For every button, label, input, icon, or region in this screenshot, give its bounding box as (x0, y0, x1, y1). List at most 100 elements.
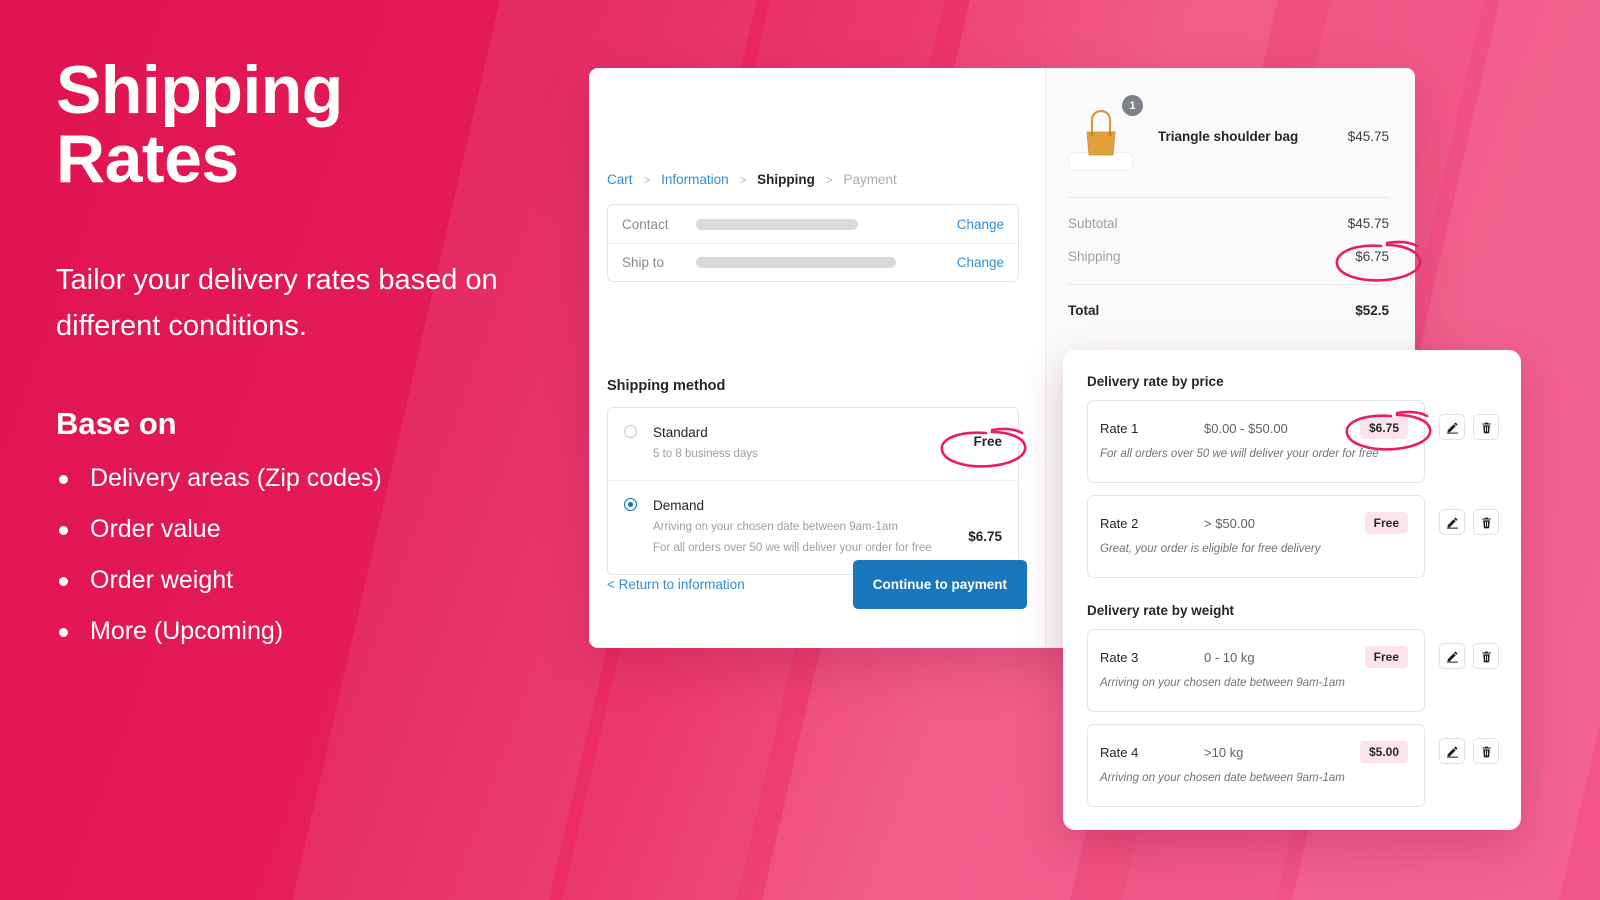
delete-rate-button[interactable] (1473, 509, 1499, 535)
checkout-main-column: Cart > Information > Shipping > Payment … (589, 68, 1045, 648)
bullet-icon (59, 627, 68, 637)
bullet-icon (59, 525, 68, 535)
radio-standard-icon[interactable] (624, 425, 637, 438)
list-item-label: Order weight (90, 565, 234, 594)
radio-demand-icon[interactable] (624, 498, 637, 512)
rate-price-badge: $5.00 (1359, 741, 1408, 763)
rate-card-2[interactable]: Rate 2 > $50.00 Free Great, your order i… (1087, 495, 1425, 578)
rates-by-price-heading: Delivery rate by price (1087, 374, 1224, 389)
shipping-label: Shipping (1068, 249, 1121, 264)
rate-range: 0 - 10 kg (1204, 649, 1255, 665)
customer-info-box: Contact Change Ship to Change (607, 204, 1019, 282)
rate-note: Arriving on your chosen date between 9am… (1100, 677, 1345, 689)
checkout-footer: < Return to information Continue to paym… (607, 560, 1027, 609)
rate-row: Rate 1 $0.00 - $50.00 $6.75 For all orde… (1087, 400, 1499, 483)
delete-rate-button[interactable] (1473, 414, 1499, 440)
continue-to-payment-button[interactable]: Continue to payment (852, 560, 1027, 609)
shipping-option-desc-1: Arriving on your chosen date between 9am… (653, 521, 898, 534)
delete-rate-button[interactable] (1473, 643, 1499, 669)
order-product-row: 1 Triangle shoulder bag $45.75 (1068, 92, 1389, 171)
rate-row: Rate 3 0 - 10 kg Free Arriving on your c… (1087, 629, 1499, 712)
rate-price-badge: Free (1364, 512, 1408, 534)
shipping-option-price: $6.75 (968, 529, 1002, 545)
page-title-line2: Rates (56, 121, 239, 198)
product-name: Triangle shoulder bag (1158, 129, 1299, 144)
pencil-icon (1446, 746, 1458, 758)
pencil-icon (1446, 422, 1458, 434)
page-title-line1: Shipping (56, 52, 343, 128)
rate-note: For all orders over 50 we will deliver y… (1100, 448, 1379, 460)
contact-label: Contact (622, 216, 669, 232)
breadcrumb-item-shipping[interactable]: Shipping (757, 172, 815, 187)
shipping-option-desc-2: For all orders over 50 we will deliver y… (653, 542, 932, 555)
shipping-method-box: Standard 5 to 8 business days Free Deman… (607, 407, 1019, 576)
list-item: More (Upcoming) (56, 618, 576, 644)
rate-note: Arriving on your chosen date between 9am… (1100, 772, 1345, 784)
hero-subtitle: Tailor your delivery rates based on diff… (56, 263, 498, 343)
list-item: Order weight (56, 565, 576, 594)
breadcrumb-item-cart[interactable]: Cart (607, 172, 633, 187)
rate-note: Great, your order is eligible for free d… (1100, 543, 1321, 555)
base-on-list: Delivery areas (Zip codes) Order value O… (56, 465, 576, 644)
rates-by-weight-heading: Delivery rate by weight (1087, 603, 1235, 618)
rate-card-header: Rate 3 0 - 10 kg Free (1100, 646, 1408, 668)
shipto-row: Ship to Change (608, 243, 1018, 281)
breadcrumb-separator: > (739, 173, 747, 187)
list-item-label: Order value (90, 514, 221, 543)
edit-rate-button[interactable] (1439, 414, 1465, 440)
rate-card-3[interactable]: Rate 3 0 - 10 kg Free Arriving on your c… (1087, 629, 1425, 712)
shipping-option-price: Free (973, 434, 1002, 449)
shipping-option-name: Demand (653, 498, 705, 514)
summary-row-subtotal: Subtotal $45.75 (1068, 198, 1389, 231)
trash-icon (1481, 422, 1491, 433)
contact-change-link[interactable]: Change (957, 217, 1004, 232)
rate-actions (1439, 495, 1499, 535)
return-to-information-link[interactable]: < Return to information (607, 577, 745, 592)
subtotal-value: $45.75 (1347, 216, 1389, 231)
rate-name: Rate 3 (1100, 649, 1139, 665)
rate-price-badge: $6.75 (1359, 417, 1408, 439)
pencil-icon (1446, 651, 1458, 663)
shipping-option-text: Demand Arriving on your chosen date betw… (653, 496, 932, 558)
total-label: Total (1068, 303, 1100, 318)
trash-icon (1481, 517, 1491, 528)
shipto-label: Ship to (622, 255, 665, 270)
hero-section: Shipping Rates Tailor your delivery rate… (56, 52, 576, 670)
rate-card-header: Rate 4 >10 kg $5.00 (1100, 741, 1408, 763)
promo-banner: Shipping Rates Tailor your delivery rate… (0, 0, 1600, 900)
rate-price-badge: Free (1364, 646, 1408, 668)
shipping-option-desc: 5 to 8 business days (653, 448, 758, 461)
shipping-option-standard[interactable]: Standard 5 to 8 business days Free (608, 408, 1018, 480)
shipping-method-heading: Shipping method (607, 378, 726, 394)
product-image (1068, 109, 1134, 171)
shipto-value-redacted (696, 257, 896, 268)
rate-row: Rate 4 >10 kg $5.00 Arriving on your cho… (1087, 724, 1499, 807)
rate-range: $0.00 - $50.00 (1204, 420, 1288, 436)
product-price: $45.75 (1347, 129, 1389, 144)
shipping-value: $6.75 (1355, 249, 1389, 264)
breadcrumb-item-information[interactable]: Information (661, 172, 729, 187)
product-quantity-badge: 1 (1122, 95, 1143, 116)
rate-name: Rate 2 (1100, 515, 1139, 531)
delivery-rates-panel: Delivery rate by price Rate 1 $0.00 - $5… (1063, 350, 1521, 830)
edit-rate-button[interactable] (1439, 509, 1465, 535)
total-value: $52.5 (1355, 303, 1389, 318)
base-on-heading: Base on (56, 405, 177, 441)
edit-rate-button[interactable] (1439, 738, 1465, 764)
bullet-icon (59, 474, 68, 484)
shipto-change-link[interactable]: Change (957, 255, 1004, 270)
list-item: Delivery areas (Zip codes) (56, 465, 576, 491)
rate-card-4[interactable]: Rate 4 >10 kg $5.00 Arriving on your cho… (1087, 724, 1425, 807)
rate-row: Rate 2 > $50.00 Free Great, your order i… (1087, 495, 1499, 578)
delete-rate-button[interactable] (1473, 738, 1499, 764)
breadcrumb-item-payment: Payment (843, 172, 897, 187)
rate-actions (1439, 629, 1499, 669)
trash-icon (1481, 746, 1491, 757)
trash-icon (1481, 651, 1491, 662)
rate-range: >10 kg (1204, 744, 1244, 760)
rate-card-1[interactable]: Rate 1 $0.00 - $50.00 $6.75 For all orde… (1087, 400, 1425, 483)
rate-name: Rate 4 (1100, 744, 1139, 760)
contact-row: Contact Change (608, 205, 1018, 243)
edit-rate-button[interactable] (1439, 643, 1465, 669)
list-item: Order value (56, 514, 576, 543)
